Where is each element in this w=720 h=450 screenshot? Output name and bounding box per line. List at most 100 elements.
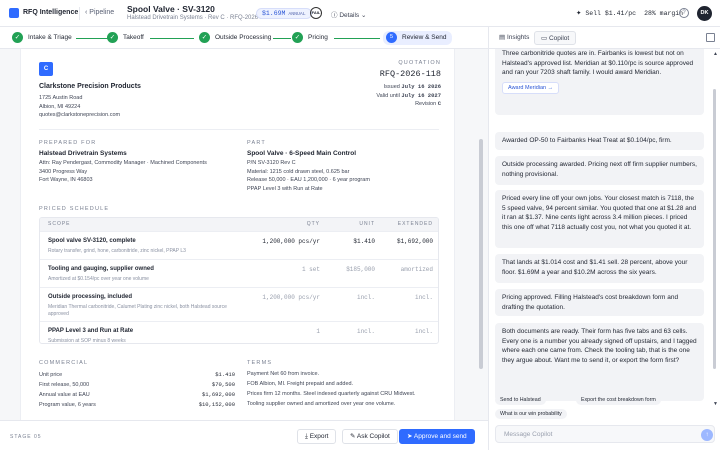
- document-scrollbar[interactable]: [479, 139, 483, 369]
- commercial-key: Program value, 6 years: [39, 402, 96, 408]
- customer-line: 3400 Progress Way: [39, 168, 88, 175]
- row-title: Outside processing, included: [48, 294, 133, 300]
- commercial-key: Unit price: [39, 372, 63, 378]
- message-text: That lands at $1.014 cost and $1.41 sell…: [502, 259, 688, 276]
- back-to-pipeline-link[interactable]: ‹ Pipeline: [85, 9, 114, 16]
- chat-thread: Three carbonitride quotes are in. Fairba…: [489, 49, 720, 409]
- table-header: SCOPE QTY UNIT EXTENDED: [40, 218, 438, 231]
- commercial-value: $1.410: [215, 371, 235, 378]
- user-message: Awarded OP-50 to Fairbanks Heat Treat at…: [495, 132, 704, 150]
- quote-preview-area: C Clarkstone Precision Products 1725 Aus…: [0, 49, 488, 420]
- step-number: 5: [386, 31, 397, 43]
- message-text: Priced every line off your own jobs. You…: [502, 195, 697, 231]
- step-review-send[interactable]: 5 Review & Send: [383, 31, 453, 45]
- assistant-message: Three carbonitride quotes are in. Fairba…: [495, 49, 704, 115]
- commercial-label: COMMERCIAL: [39, 360, 89, 366]
- scroll-down-icon[interactable]: ▼: [713, 401, 718, 407]
- divider: [39, 129, 439, 130]
- insights-icon: ▤: [499, 34, 507, 41]
- quote-meta: Issued July 16 2026 Valid until July 16 …: [321, 83, 441, 109]
- check-icon: ✓: [107, 32, 118, 43]
- step-label: Pricing: [308, 34, 328, 41]
- row-unit: incl.: [356, 328, 375, 335]
- ask-copilot-button[interactable]: ✎ Ask Copilot: [342, 429, 398, 444]
- revision-label: Revision: [415, 101, 437, 107]
- step-takeoff[interactable]: ✓ Takeoff: [107, 32, 144, 44]
- award-meridian-action[interactable]: Award Meridian →: [502, 81, 560, 94]
- approve-and-send-button[interactable]: ➤ Approve and send: [399, 429, 475, 444]
- step-pricing[interactable]: ✓ Pricing: [292, 32, 328, 44]
- message-text: Outside processing awarded. Pricing next…: [502, 161, 697, 178]
- help-icon[interactable]: ?: [679, 8, 689, 18]
- details-dropdown[interactable]: ⓘ Details ⌄: [331, 9, 366, 19]
- valid-label: Valid until: [376, 92, 400, 99]
- copilot-panel: ▤ Insights ▭ Copilot Three carbonitride …: [488, 27, 720, 450]
- step-outside-processing[interactable]: ✓ Outside Processing: [199, 32, 271, 44]
- check-icon: ✓: [12, 32, 23, 43]
- row-unit: $1.410: [353, 238, 375, 245]
- annual-value-unit: ANNUAL: [288, 12, 306, 17]
- step-label: Outside Processing: [215, 34, 272, 41]
- term-line: Payment Net 60 from invoice.: [247, 371, 320, 377]
- revision-value: C: [437, 100, 441, 107]
- commercial-key: First release, 50,000: [39, 382, 90, 388]
- part-line: Material: 1215 cold drawn steel, 0.625 b…: [247, 168, 350, 175]
- chip-send-to-halstead[interactable]: Send to Halstead: [495, 395, 546, 405]
- row-title: Spool valve SV-3120, complete: [48, 238, 136, 244]
- commercial-list: Unit price $1.410 First release, 50,000 $7…: [39, 371, 235, 411]
- ask-copilot-label: Ask Copilot: [356, 433, 390, 440]
- row-qty: 1 set: [301, 266, 320, 273]
- row-title: PPAP Level 3 and Run at Rate: [48, 328, 134, 334]
- stage-label: STAGE 05: [10, 434, 42, 440]
- tab-insights[interactable]: ▤ Insights: [493, 31, 535, 45]
- chip-export-cost-breakdown[interactable]: Export the cost breakdown form: [576, 395, 661, 405]
- col-extended: EXTENDED: [397, 221, 433, 227]
- quote-document: C Clarkstone Precision Products 1725 Aus…: [20, 49, 455, 420]
- tab-copilot[interactable]: ▭ Copilot: [534, 31, 577, 45]
- part-name: Spool Valve · 6-Speed Main Control: [247, 150, 357, 157]
- row-qty: 1: [316, 328, 320, 335]
- send-arrow-icon[interactable]: ↑: [701, 429, 713, 441]
- margin-label: 28% margin: [644, 10, 684, 17]
- message-text: Awarded OP-50 to Fairbanks Heat Treat at…: [502, 137, 672, 144]
- annual-value: $1.69M: [262, 10, 286, 17]
- assistant-message: Outside processing awarded. Pricing next…: [495, 156, 704, 185]
- col-unit: UNIT: [359, 221, 375, 227]
- copilot-message-input[interactable]: Message Copilot ↑: [495, 425, 715, 443]
- step-intake-triage[interactable]: ✓ Intake & Triage: [12, 32, 72, 44]
- chat-scrollbar[interactable]: [713, 89, 716, 369]
- cite-label: Award Meridian: [508, 84, 547, 91]
- star-icon: ✦: [576, 10, 586, 17]
- arrow-right-icon: →: [546, 84, 554, 91]
- check-icon: ✓: [199, 32, 210, 43]
- terms-label: TERMS: [247, 360, 273, 366]
- top-bar: RFQ Intelligence ‹ Pipeline Spool Valve …: [0, 0, 720, 27]
- check-icon: ✓: [292, 32, 303, 43]
- issued-date: July 16 2026: [401, 83, 441, 90]
- valid-until-date: July 16 2027: [401, 91, 441, 99]
- scroll-up-icon[interactable]: ▲: [713, 51, 718, 57]
- collapse-panel-icon[interactable]: [706, 33, 715, 42]
- export-button[interactable]: ⤓ Export: [297, 429, 337, 444]
- chip-win-probability[interactable]: What is our win probability: [495, 409, 567, 419]
- part-details: P/N SV-3120 Rev C Material: 1215 cold dr…: [247, 159, 370, 193]
- row-extended: amortized: [400, 266, 433, 273]
- send-icon: ➤: [407, 433, 414, 440]
- commercial-row: First release, 50,000 $70,500: [39, 381, 235, 391]
- sell-price: Sell $1.41/pc: [585, 10, 637, 17]
- col-scope: SCOPE: [48, 221, 71, 227]
- tab-label: Insights: [506, 34, 530, 41]
- step-connector: [334, 38, 380, 39]
- avatar[interactable]: DK: [697, 6, 712, 21]
- input-placeholder: Message Copilot: [504, 431, 553, 438]
- quote-number: RFQ-2026-118: [379, 69, 441, 79]
- export-label: Export: [309, 433, 329, 440]
- step-connector: [273, 38, 291, 39]
- commercial-value: $70,500: [211, 381, 235, 388]
- customer-details: Attn: Ray Pendergast, Commodity Manager …: [39, 159, 207, 185]
- customer-line: Attn: Ray Pendergast, Commodity Manager …: [39, 160, 207, 166]
- priced-schedule-label: PRICED SCHEDULE: [39, 206, 110, 212]
- panel-tabs: ▤ Insights ▭ Copilot: [489, 27, 720, 49]
- app-logo: [9, 8, 19, 18]
- approve-label: Approve and send: [413, 433, 467, 440]
